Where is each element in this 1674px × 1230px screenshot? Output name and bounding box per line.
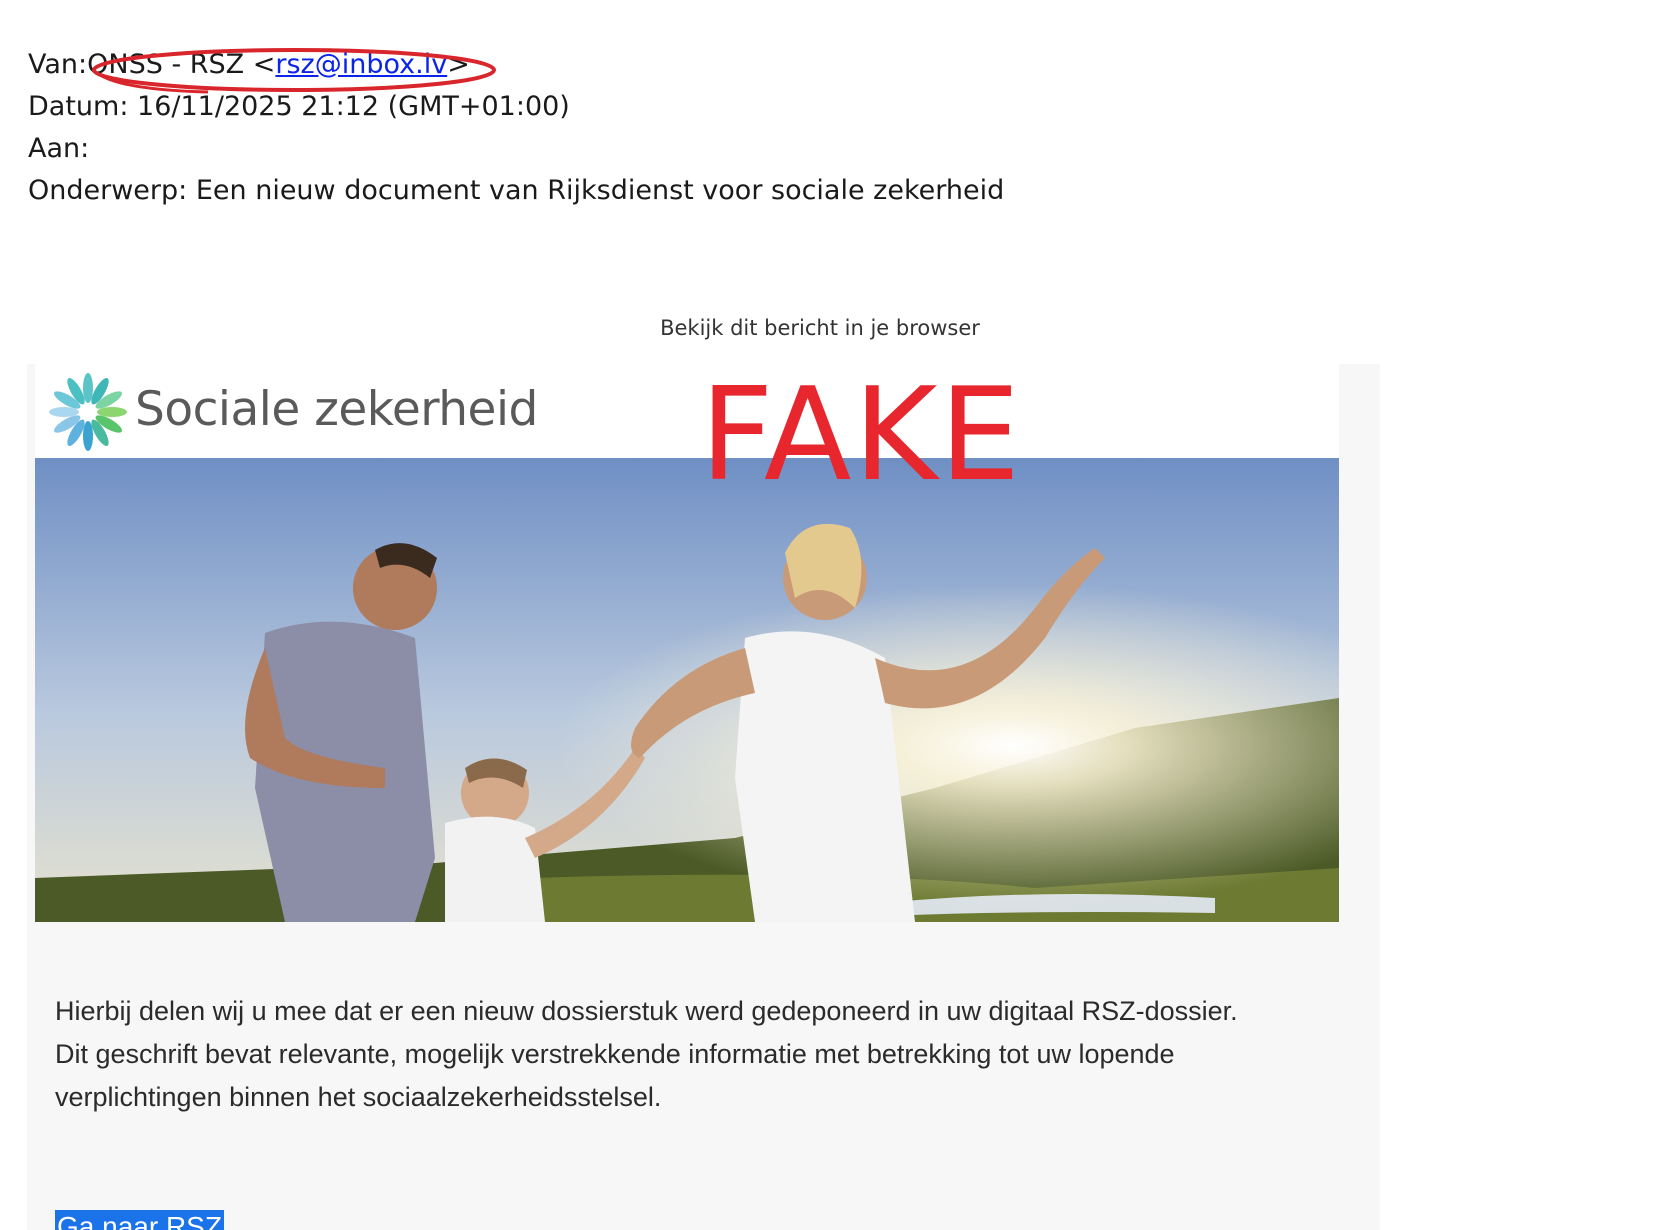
to-label: Aan:: [28, 133, 90, 164]
body-paragraph-2: Dit geschrift bevat relevante, mogelijk …: [55, 1039, 1175, 1112]
date-value: 16/11/2025 21:12 (GMT+01:00): [137, 91, 570, 122]
logo-text: Sociale zekerheid: [135, 382, 538, 437]
from-close: >: [447, 49, 470, 80]
sociale-zekerheid-flower-icon: [49, 373, 127, 451]
go-to-rsz-link[interactable]: Ga naar RSZ: [55, 1210, 224, 1230]
subject-row: Onderwerp: Een nieuw document van Rijksd…: [28, 170, 1004, 212]
subject-label: Onderwerp:: [28, 175, 188, 206]
email-view: Van:ONSS - RSZ <rsz@inbox.lv> Datum: 16/…: [0, 0, 1674, 1230]
date-row: Datum: 16/11/2025 21:12 (GMT+01:00): [28, 86, 1004, 128]
sender-email-link[interactable]: rsz@inbox.lv: [275, 49, 447, 80]
from-name: ONSS - RSZ <: [87, 49, 276, 80]
date-label: Datum:: [28, 91, 129, 122]
email-headers: Van:ONSS - RSZ <rsz@inbox.lv> Datum: 16/…: [28, 44, 1004, 212]
logo-bar: Sociale zekerheid: [35, 364, 1339, 458]
view-in-browser-link[interactable]: Bekijk dit bericht in je browser: [0, 316, 1640, 340]
body-paragraph-1: Hierbij delen wij u mee dat er een nieuw…: [55, 996, 1238, 1026]
fake-stamp: FAKE: [700, 361, 1023, 510]
from-label: Van:: [28, 49, 88, 80]
to-row: Aan:: [28, 128, 1004, 170]
email-body-text: Hierbij delen wij u mee dat er een nieuw…: [55, 990, 1345, 1119]
hero-image: [35, 458, 1339, 922]
from-row: Van:ONSS - RSZ <rsz@inbox.lv>: [28, 44, 1004, 86]
subject-value: Een nieuw document van Rijksdienst voor …: [195, 175, 1005, 206]
